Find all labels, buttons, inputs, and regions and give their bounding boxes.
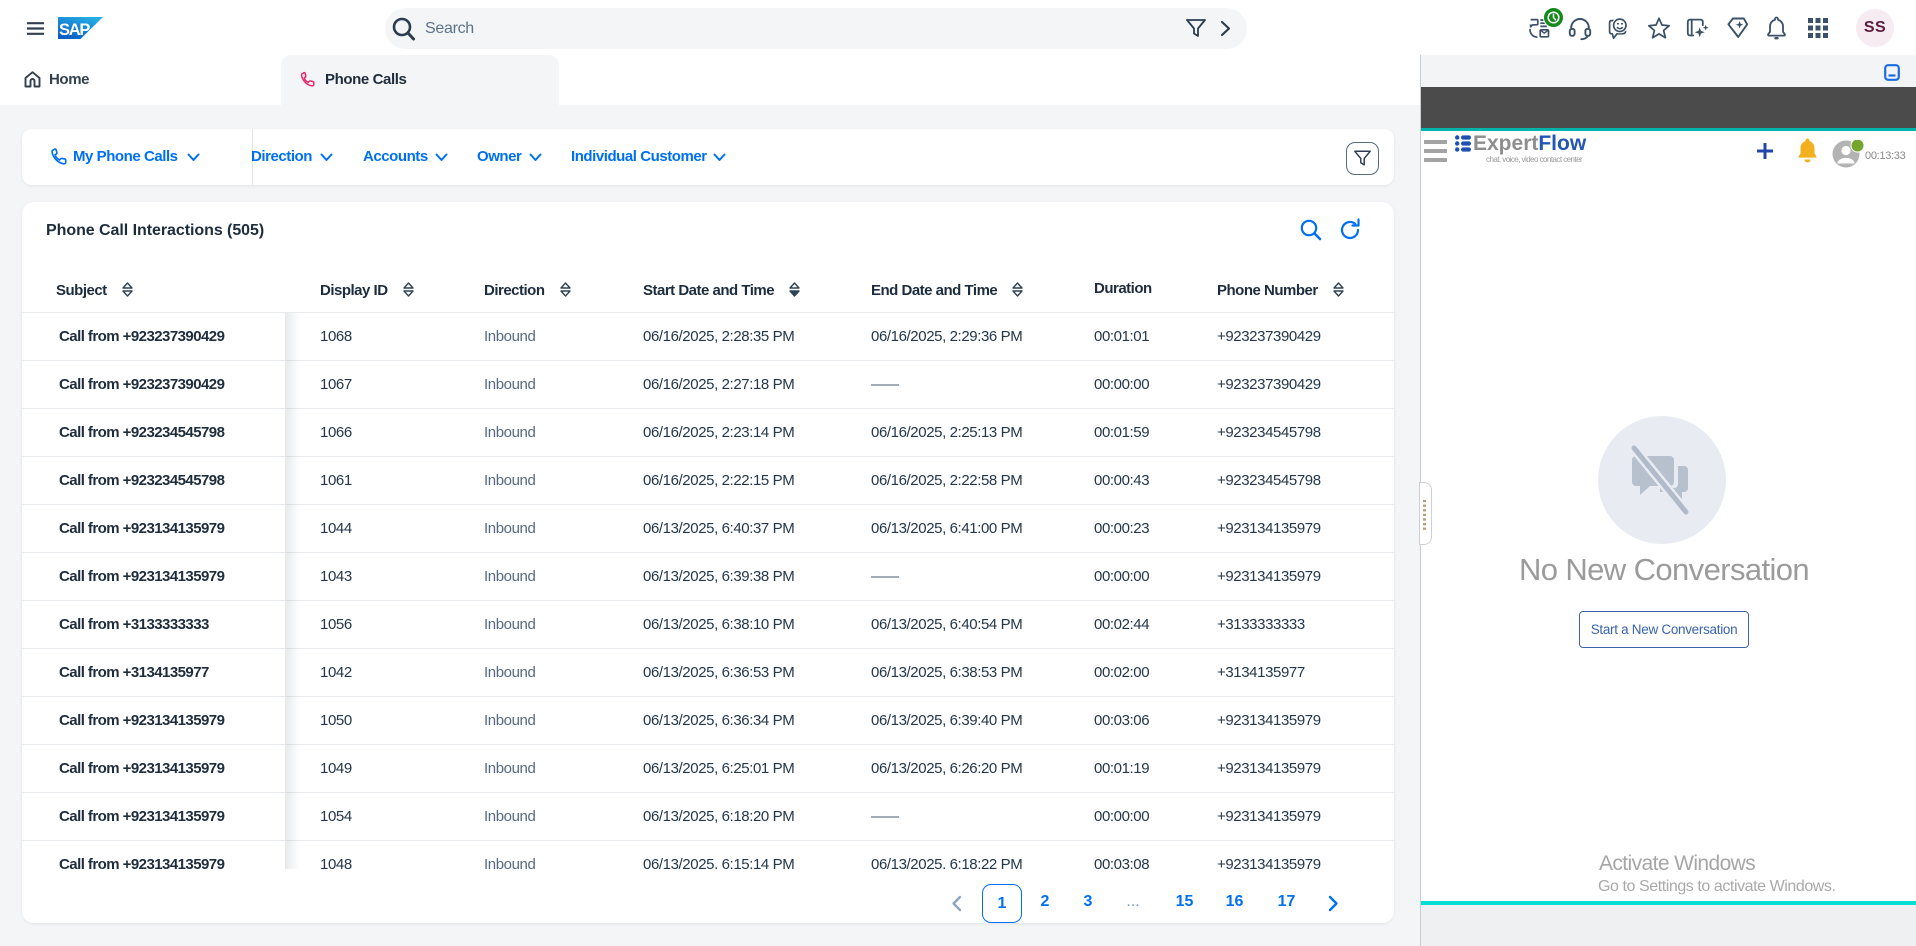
svg-text:SAP: SAP	[59, 21, 90, 39]
